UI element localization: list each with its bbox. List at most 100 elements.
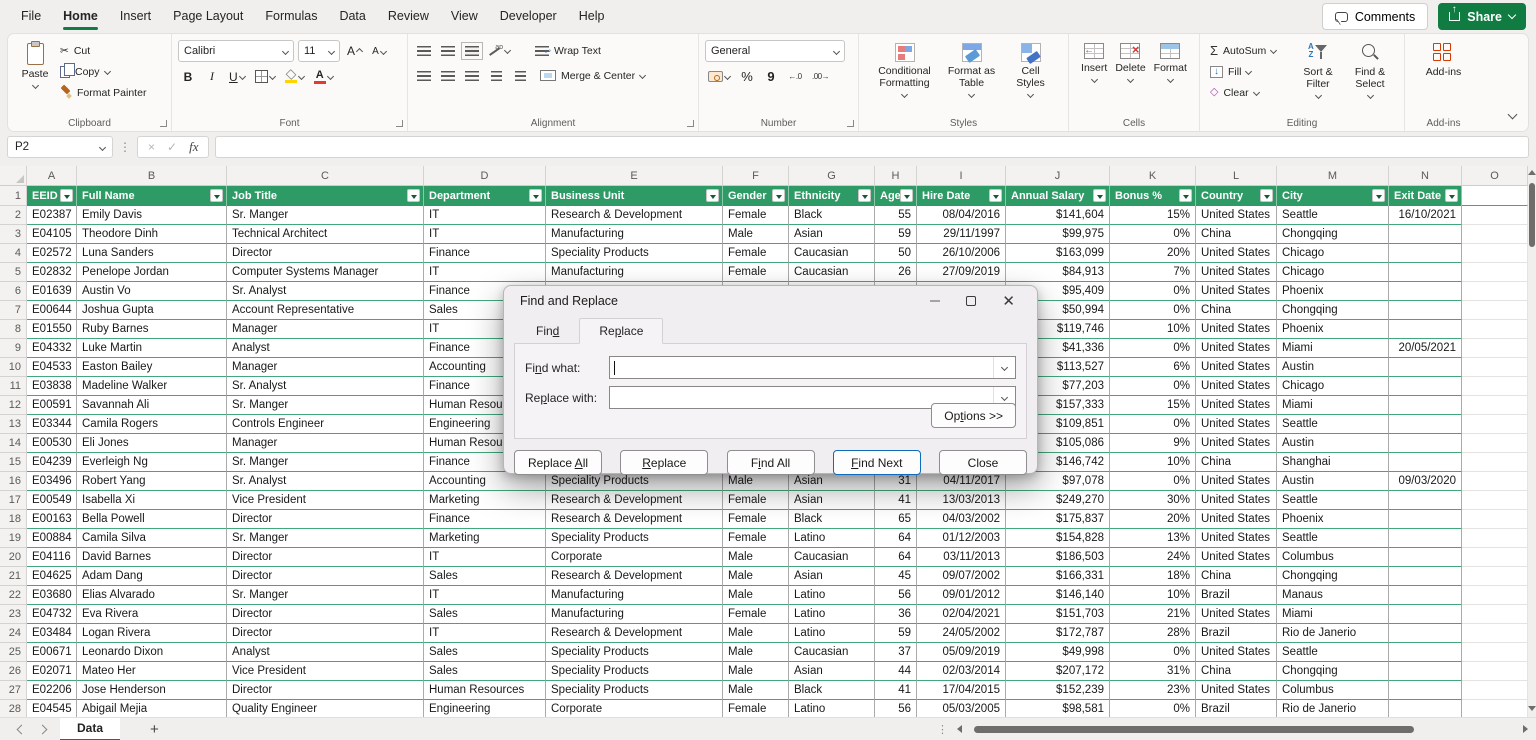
cell-L23[interactable]: United States	[1196, 605, 1277, 624]
cell-B20[interactable]: David Barnes	[77, 548, 227, 567]
cell-B25[interactable]: Leonardo Dixon	[77, 643, 227, 662]
header-cell-exit-date[interactable]: Exit Date	[1389, 186, 1462, 206]
cell-M5[interactable]: Chicago	[1277, 263, 1389, 282]
find-select-button[interactable]: Find & Select	[1344, 40, 1396, 101]
cell-O14[interactable]	[1462, 434, 1528, 453]
cell-L3[interactable]: China	[1196, 225, 1277, 244]
cell-N7[interactable]	[1389, 301, 1462, 320]
cell-G28[interactable]: Latino	[789, 700, 875, 717]
cell-K11[interactable]: 0%	[1110, 377, 1196, 396]
cell-B19[interactable]: Camila Silva	[77, 529, 227, 548]
cell-D25[interactable]: Sales	[424, 643, 546, 662]
cell-D28[interactable]: Engineering	[424, 700, 546, 717]
percent-style-button[interactable]: %	[737, 66, 757, 87]
cell-B24[interactable]: Logan Rivera	[77, 624, 227, 643]
cell-H5[interactable]: 26	[875, 263, 917, 282]
cell-H28[interactable]: 56	[875, 700, 917, 717]
cell-A2[interactable]: E02387	[27, 206, 77, 225]
cell-F22[interactable]: Male	[723, 586, 789, 605]
cell-K19[interactable]: 13%	[1110, 529, 1196, 548]
cell-O6[interactable]	[1462, 282, 1528, 301]
cell-J24[interactable]: $172,787	[1006, 624, 1110, 643]
cell-A21[interactable]: E04625	[27, 567, 77, 586]
select-all-corner[interactable]	[0, 166, 27, 186]
row-header-7[interactable]: 7	[0, 301, 27, 320]
shrink-font-button[interactable]: A	[369, 41, 389, 62]
cell-K13[interactable]: 0%	[1110, 415, 1196, 434]
menu-tab-data[interactable]: Data	[328, 0, 376, 33]
cell-F21[interactable]: Male	[723, 567, 789, 586]
cell-D19[interactable]: Marketing	[424, 529, 546, 548]
find-what-dropdown[interactable]	[993, 357, 1015, 378]
paste-button[interactable]: Paste	[14, 40, 56, 91]
cell-O10[interactable]	[1462, 358, 1528, 377]
header-cell-job-title[interactable]: Job Title	[227, 186, 424, 206]
cell-E28[interactable]: Corporate	[546, 700, 723, 717]
cell-B22[interactable]: Elias Alvarado	[77, 586, 227, 605]
cell-K28[interactable]: 0%	[1110, 700, 1196, 717]
cell-O15[interactable]	[1462, 453, 1528, 472]
cell-K14[interactable]: 9%	[1110, 434, 1196, 453]
cell-B14[interactable]: Eli Jones	[77, 434, 227, 453]
vertical-scroll-thumb[interactable]	[1529, 183, 1535, 247]
cell-C19[interactable]: Sr. Manger	[227, 529, 424, 548]
cell-M24[interactable]: Rio de Janerio	[1277, 624, 1389, 643]
cell-M27[interactable]: Columbus	[1277, 681, 1389, 700]
row-header-5[interactable]: 5	[0, 263, 27, 282]
cell-D17[interactable]: Marketing	[424, 491, 546, 510]
cell-E21[interactable]: Research & Development	[546, 567, 723, 586]
cell-G21[interactable]: Asian	[789, 567, 875, 586]
header-cell-gender[interactable]: Gender	[723, 186, 789, 206]
cell-A12[interactable]: E00591	[27, 396, 77, 415]
align-center-button[interactable]	[438, 65, 458, 86]
cell-G25[interactable]: Caucasian	[789, 643, 875, 662]
column-header-O[interactable]: O	[1462, 166, 1528, 186]
cell-O22[interactable]	[1462, 586, 1528, 605]
menu-tab-review[interactable]: Review	[377, 0, 440, 33]
cell-F2[interactable]: Female	[723, 206, 789, 225]
cell-K2[interactable]: 15%	[1110, 206, 1196, 225]
cell-I28[interactable]: 05/03/2005	[917, 700, 1006, 717]
cell-M21[interactable]: Chongqing	[1277, 567, 1389, 586]
cell-I25[interactable]: 05/09/2019	[917, 643, 1006, 662]
clipboard-dialog-launcher[interactable]	[160, 120, 167, 127]
cell-A7[interactable]: E00644	[27, 301, 77, 320]
cell-F23[interactable]: Female	[723, 605, 789, 624]
cell-K26[interactable]: 31%	[1110, 662, 1196, 681]
increase-decimal-button[interactable]: ←.0	[785, 66, 805, 87]
cell-C27[interactable]: Director	[227, 681, 424, 700]
clear-button[interactable]: ◇Clear	[1206, 82, 1292, 103]
next-sheet-arrow[interactable]	[38, 724, 48, 734]
cell-B21[interactable]: Adam Dang	[77, 567, 227, 586]
cell-C16[interactable]: Sr. Analyst	[227, 472, 424, 491]
cell-L20[interactable]: United States	[1196, 548, 1277, 567]
cell-C4[interactable]: Director	[227, 244, 424, 263]
row-header-15[interactable]: 15	[0, 453, 27, 472]
cell-O23[interactable]	[1462, 605, 1528, 624]
cell-H2[interactable]: 55	[875, 206, 917, 225]
cell-L26[interactable]: China	[1196, 662, 1277, 681]
column-header-H[interactable]: H	[875, 166, 917, 186]
filter-button[interactable]	[1093, 189, 1106, 202]
cell-L14[interactable]: United States	[1196, 434, 1277, 453]
prev-sheet-arrow[interactable]	[17, 724, 27, 734]
cell-I3[interactable]: 29/11/1997	[917, 225, 1006, 244]
cell-K21[interactable]: 18%	[1110, 567, 1196, 586]
cell-N5[interactable]	[1389, 263, 1462, 282]
cell-B26[interactable]: Mateo Her	[77, 662, 227, 681]
cell-I21[interactable]: 09/07/2002	[917, 567, 1006, 586]
minimize-icon[interactable]	[930, 300, 940, 302]
cell-F20[interactable]: Male	[723, 548, 789, 567]
menu-tab-home[interactable]: Home	[52, 0, 109, 33]
close-icon[interactable]: ✕	[1002, 294, 1015, 309]
cell-B8[interactable]: Ruby Barnes	[77, 320, 227, 339]
cell-D2[interactable]: IT	[424, 206, 546, 225]
cell-L11[interactable]: United States	[1196, 377, 1277, 396]
cell-O21[interactable]	[1462, 567, 1528, 586]
cell-L4[interactable]: United States	[1196, 244, 1277, 263]
cell-J18[interactable]: $175,837	[1006, 510, 1110, 529]
cell-D5[interactable]: IT	[424, 263, 546, 282]
column-header-E[interactable]: E	[546, 166, 723, 186]
cell-A17[interactable]: E00549	[27, 491, 77, 510]
cell-N18[interactable]	[1389, 510, 1462, 529]
